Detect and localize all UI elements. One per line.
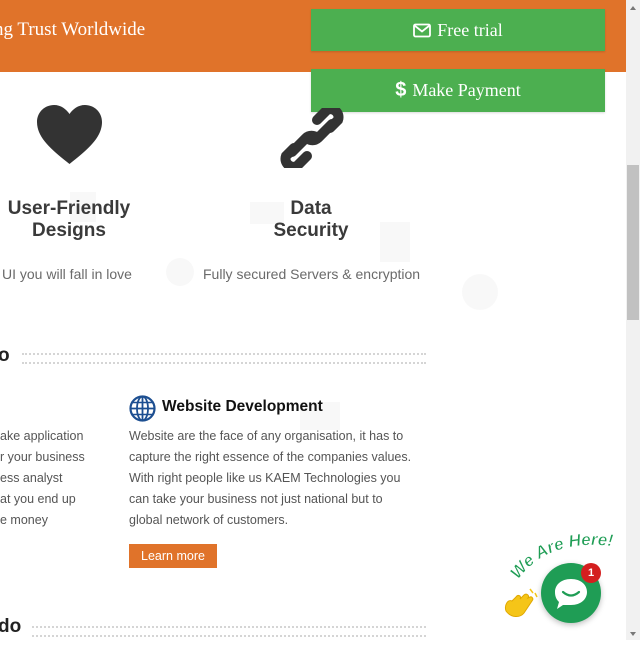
learn-more-button[interactable]: Learn more <box>129 544 217 568</box>
feature-desc-data-security: Fully secured Servers & encryption <box>203 266 421 282</box>
dollar-icon: $ <box>395 79 407 101</box>
free-trial-button[interactable]: Free trial <box>311 9 605 51</box>
service-description: Website are the face of any organisation… <box>129 429 412 527</box>
feature-title-user-friendly: User-Friendly Designs <box>7 198 131 241</box>
link-icon <box>280 104 344 172</box>
section-heading-2: do <box>0 616 22 637</box>
free-trial-label: Free trial <box>437 19 503 40</box>
heart-icon <box>36 104 103 170</box>
make-payment-label: Make Payment <box>412 80 521 100</box>
envelope-icon <box>413 23 432 38</box>
section-divider <box>22 353 426 364</box>
make-payment-button[interactable]: $ Make Payment <box>311 69 605 112</box>
section-heading: o <box>0 345 10 366</box>
feature-desc-user-friendly: UI you will fall in love <box>2 266 132 282</box>
waving-hand-icon <box>505 588 538 617</box>
section-divider-2 <box>32 626 426 637</box>
chat-notification-badge: 1 <box>581 563 601 583</box>
feature-title-data-security: Data Security <box>273 198 349 241</box>
scrollbar-thumb[interactable] <box>627 165 639 320</box>
left-service-desc: ake application r your business ess anal… <box>0 429 85 527</box>
banner-text: ng Trust Worldwide <box>0 19 146 40</box>
service-title: Website Development <box>162 398 323 415</box>
globe-icon <box>129 395 156 426</box>
scroll-up-arrow-icon[interactable] <box>626 0 640 14</box>
